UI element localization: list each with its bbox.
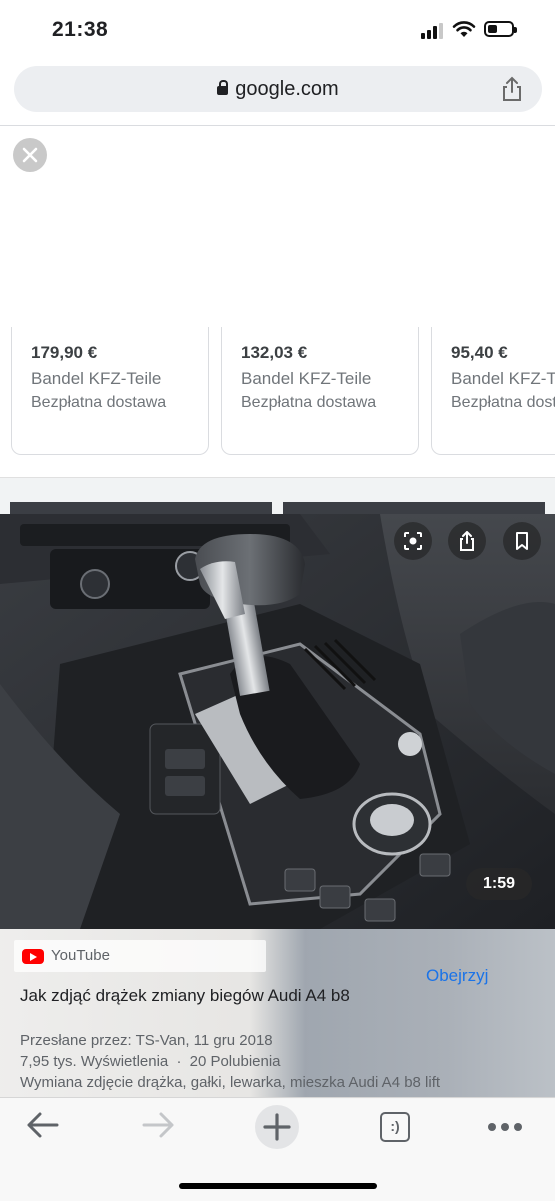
product-card[interactable]: 95,40 € Bandel KFZ-Teile Bezpłatna dosta… [431, 327, 555, 455]
product-shipping: Bezpłatna dostawa [241, 394, 377, 411]
thumbnail-strip [0, 502, 555, 514]
more-icon[interactable] [487, 1122, 523, 1132]
back-arrow-icon[interactable] [25, 1110, 59, 1140]
source-badge[interactable]: YouTube [14, 940, 266, 972]
youtube-logo-icon [22, 949, 44, 964]
home-indicator[interactable] [179, 1183, 377, 1189]
gear-shifter-image [0, 514, 555, 929]
close-icon [22, 147, 38, 163]
close-button[interactable] [13, 138, 47, 172]
product-price: 95,40 € [451, 343, 508, 362]
battery-icon [484, 21, 517, 37]
product-seller: Bandel KFZ-Teile [241, 369, 372, 388]
product-seller: Bandel KFZ-Teile [31, 369, 162, 388]
product-shipping: Bezpłatna dostawa [451, 394, 555, 411]
forward-arrow-icon[interactable] [142, 1110, 176, 1140]
share-icon [460, 531, 474, 551]
divider [0, 125, 555, 126]
lens-icon [404, 532, 422, 550]
new-tab-button[interactable] [255, 1105, 299, 1149]
stats-separator: · [176, 1053, 182, 1070]
cellular-signal-icon [421, 23, 443, 39]
status-time: 21:38 [52, 18, 109, 41]
video-description: Wymiana zdjęcie drążka, gałki, lewarka, … [20, 1074, 441, 1091]
url-text: google.com [235, 78, 339, 100]
product-shipping: Bezpłatna dostawa [31, 394, 167, 411]
product-seller: Bandel KFZ-Teile [451, 369, 555, 388]
section-divider [0, 477, 555, 503]
product-card[interactable]: 179,90 € Bandel KFZ-Teile Bezpłatna dost… [11, 327, 209, 455]
video-title[interactable]: Jak zdjąć drążek zmiany biegów Audi A4 b… [20, 985, 370, 1007]
video-preview-image[interactable] [0, 514, 555, 929]
video-duration: 1:59 [466, 868, 532, 900]
share-button[interactable] [448, 522, 486, 560]
wifi-icon [452, 21, 476, 37]
product-carousel: 179,90 € Bandel KFZ-Teile Bezpłatna dost… [0, 327, 555, 477]
plus-icon [263, 1113, 291, 1141]
bookmark-icon [516, 532, 528, 550]
visual-search-button[interactable] [394, 522, 432, 560]
product-price: 179,90 € [31, 343, 98, 362]
video-stats: 7,95 tys. Wyświetlenia · 20 Polubienia [20, 1053, 281, 1070]
source-name: YouTube [51, 947, 110, 964]
status-bar: 21:38 [0, 0, 555, 60]
product-price: 132,03 € [241, 343, 308, 362]
lock-icon [217, 80, 229, 95]
tabs-icon[interactable]: :) [380, 1112, 410, 1142]
product-card[interactable]: 132,03 € Bandel KFZ-Teile Bezpłatna dost… [221, 327, 419, 455]
save-button[interactable] [503, 522, 541, 560]
watch-button[interactable]: Obejrzyj [426, 966, 488, 986]
video-likes: 20 Polubienia [189, 1053, 281, 1070]
video-views: 7,95 tys. Wyświetlenia [20, 1053, 169, 1070]
video-uploader: Przesłane przez: TS-Van, 11 gru 2018 [20, 1032, 273, 1049]
share-icon[interactable] [500, 76, 524, 102]
url-bar[interactable]: google.com [14, 66, 542, 112]
